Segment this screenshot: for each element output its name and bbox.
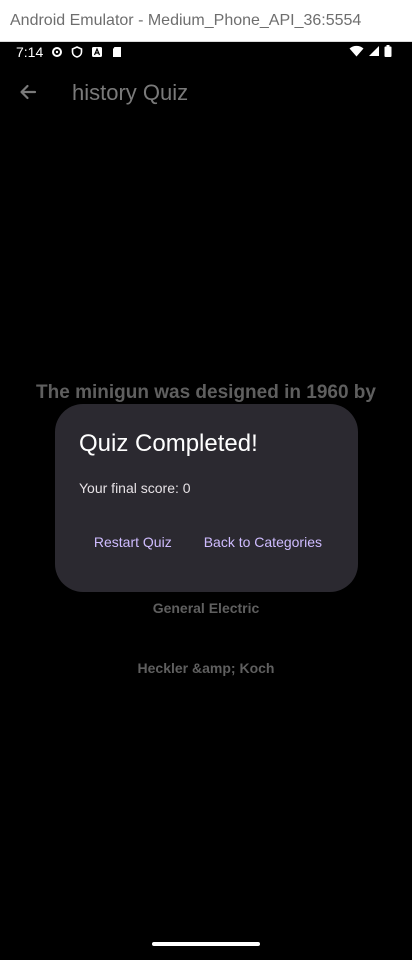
back-button[interactable] — [12, 76, 44, 108]
dialog-actions: Restart Quiz Back to Categories — [82, 524, 334, 560]
battery-icon — [384, 45, 392, 57]
phone-screen: 7:14 history Quiz The minigun was design… — [0, 42, 412, 960]
shield-icon — [71, 46, 83, 58]
restart-quiz-button[interactable]: Restart Quiz — [82, 524, 184, 560]
app-bar: history Quiz — [0, 70, 412, 116]
page-title: history Quiz — [72, 80, 189, 105]
quiz-completed-dialog: Quiz Completed! Your final score: 0 Rest… — [55, 404, 358, 592]
answer-option-heckler-koch[interactable]: Heckler &amp; Koch — [0, 660, 412, 676]
dialog-title: Quiz Completed! — [79, 430, 258, 457]
gesture-nav-handle[interactable] — [152, 942, 260, 946]
back-to-categories-button[interactable]: Back to Categories — [192, 524, 334, 560]
arrow-back-icon — [20, 84, 37, 100]
status-bar: 7:14 — [0, 42, 412, 62]
answer-option-general-electric[interactable]: General Electric — [0, 600, 412, 616]
status-right — [349, 45, 392, 57]
sdcard-icon — [113, 47, 122, 57]
emulator-titlebar: Android Emulator - Medium_Phone_API_36:5… — [0, 0, 412, 42]
question-text: The minigun was designed in 1960 by — [36, 382, 376, 403]
font-icon — [92, 47, 103, 57]
signal-icon — [369, 46, 379, 56]
final-score-text: Your final score: 0 — [79, 480, 191, 496]
wifi-icon — [349, 45, 364, 57]
status-time: 7:14 — [16, 44, 44, 60]
settings-icon — [52, 47, 63, 57]
emulator-title: Android Emulator - Medium_Phone_API_36:5… — [10, 11, 362, 29]
status-left: 7:14 — [16, 44, 123, 60]
